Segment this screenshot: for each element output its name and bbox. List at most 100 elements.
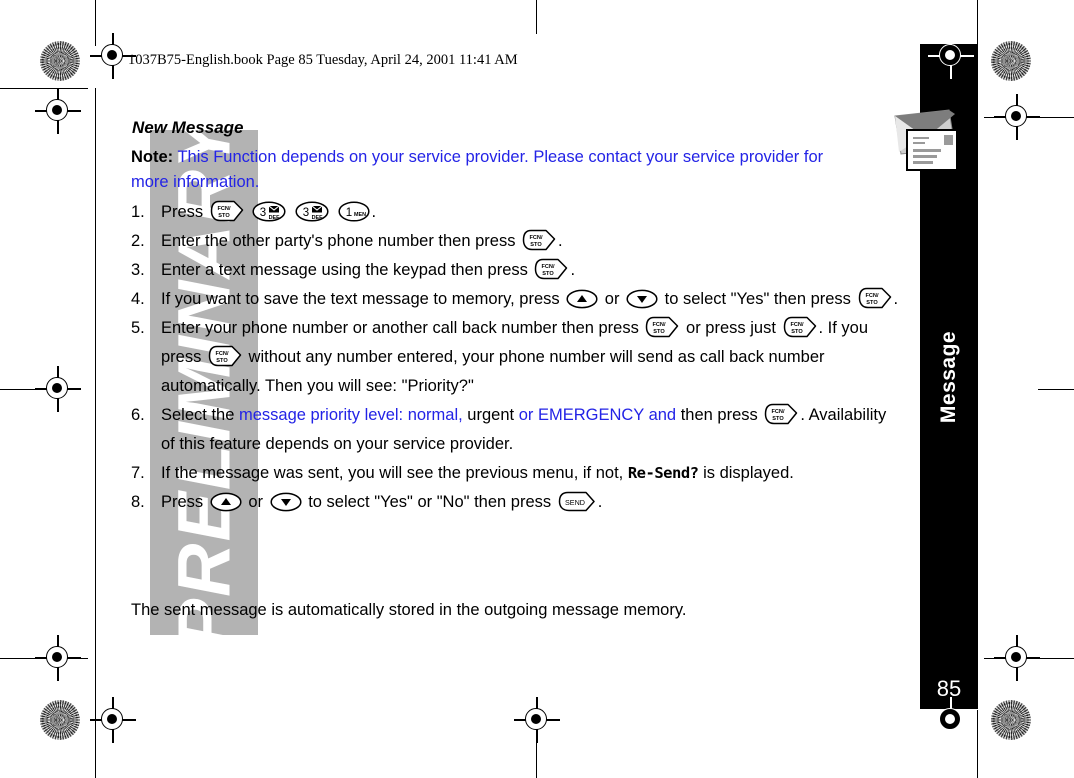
step-number: 6.	[131, 406, 145, 424]
keypad-3-def-icon[interactable]: 3 DEF	[252, 201, 286, 222]
step-text-segment: or	[243, 493, 268, 511]
step-number: 3.	[131, 261, 145, 279]
page-canvas: Message 85 PRELIMINARY 1037B75-English.b…	[0, 0, 1074, 778]
svg-text:STO: STO	[543, 271, 555, 277]
svg-text:FCN/: FCN/	[865, 293, 878, 299]
instruction-step: 4. If you want to save the text message t…	[131, 285, 901, 314]
step-text-segment	[288, 203, 293, 221]
step-text-segment: Enter your phone number or another call …	[161, 319, 644, 337]
instruction-step: 2. Enter the other party's phone number t…	[131, 227, 901, 256]
fcn-sto-key-icon[interactable]: FCN/STO	[534, 258, 568, 280]
keypad-3-def-icon[interactable]: 3 DEF	[295, 201, 329, 222]
step-text-segment: .	[893, 290, 899, 308]
step-text-segment: or press just	[681, 319, 781, 337]
step-text-segment: then press	[676, 406, 763, 424]
step-text-segment: Enter the other party's phone number the…	[161, 232, 521, 250]
step-text-segment: .	[558, 232, 563, 250]
svg-text:3: 3	[303, 207, 309, 219]
step-text-segment: .	[597, 493, 603, 511]
note-text: This Function depends on your service pr…	[131, 148, 824, 191]
svg-text:STO: STO	[530, 242, 542, 248]
step-text: Enter your phone number or another call …	[161, 314, 901, 401]
step-text-segment: Select the	[161, 406, 239, 424]
fcn-sto-key-icon[interactable]: FCN/STO	[764, 403, 798, 425]
note-paragraph: Note: This Function depends on your serv…	[131, 145, 843, 195]
svg-text:3: 3	[260, 207, 266, 219]
step-text-segment: Press	[161, 493, 208, 511]
step-text-segment: to select "Yes" then press	[660, 290, 856, 308]
step-text-segment: or	[600, 290, 625, 308]
svg-text:STO: STO	[791, 329, 803, 335]
svg-text:FCN/: FCN/	[530, 235, 543, 241]
step-text-segment: urgent	[462, 406, 519, 424]
svg-text:STO: STO	[216, 358, 228, 364]
instruction-step: 3. Enter a text message using the keypad …	[131, 256, 901, 285]
step-text: Enter the other party's phone number the…	[161, 227, 901, 256]
step-text-segment	[331, 203, 336, 221]
svg-text:STO: STO	[654, 329, 666, 335]
step-number: 2.	[131, 232, 145, 250]
step-number: 8.	[131, 493, 145, 511]
instruction-step: 8. Press or to select "Yes" or "No" then …	[131, 488, 901, 517]
step-text-segment: without any number entered, your phone n…	[161, 348, 825, 395]
step-text: Select the message priority level: norma…	[161, 401, 901, 459]
svg-text:STO: STO	[866, 300, 878, 306]
step-text-segment: Press	[161, 203, 208, 221]
svg-text:STO: STO	[218, 213, 230, 219]
step-text-segment: If you want to save the text message to …	[161, 290, 565, 308]
svg-text:DEF: DEF	[269, 215, 280, 221]
step-number: 7.	[131, 464, 145, 482]
fcn-sto-key-icon[interactable]: FCN/STO	[858, 287, 892, 309]
step-text-highlight: or EMERGENCY and	[518, 406, 677, 424]
keypad-1-men-icon[interactable]: 1 MEN	[337, 201, 370, 222]
step-number: 5.	[131, 319, 145, 337]
svg-text:1: 1	[345, 207, 351, 219]
scroll-up-key-icon[interactable]	[566, 289, 598, 309]
fcn-sto-key-icon[interactable]: FCN/STO	[210, 200, 244, 222]
instruction-step: 7. If the message was sent, you will see …	[131, 459, 901, 488]
fcn-sto-key-icon[interactable]: FCN/STO	[208, 345, 242, 367]
scroll-up-key-icon[interactable]	[210, 492, 242, 512]
svg-text:MEN: MEN	[354, 212, 366, 218]
svg-text:FCN/: FCN/	[217, 206, 230, 212]
instruction-step: 1. Press FCN/STO 3 DEF 3 DEF 1 MEN.	[131, 198, 901, 227]
svg-text:FCN/: FCN/	[215, 351, 228, 357]
step-text-segment: to select "Yes" or "No" then press	[303, 493, 556, 511]
step-text-highlight: message priority level: normal,	[238, 406, 463, 424]
svg-text:FCN/: FCN/	[772, 409, 785, 415]
scroll-down-key-icon[interactable]	[270, 492, 302, 512]
svg-text:DEF: DEF	[312, 215, 323, 221]
send-key-icon[interactable]: SEND	[558, 491, 596, 512]
closing-paragraph: The sent message is automatically stored…	[131, 601, 687, 619]
step-text: Press or to select "Yes" or "No" then pr…	[161, 488, 901, 517]
fcn-sto-key-icon[interactable]: FCN/STO	[645, 316, 679, 338]
note-label: Note:	[131, 148, 174, 166]
scroll-down-key-icon[interactable]	[626, 289, 658, 309]
step-text: If the message was sent, you will see th…	[161, 459, 901, 488]
svg-text:FCN/: FCN/	[542, 264, 555, 270]
step-number: 4.	[131, 290, 145, 308]
instruction-steps-list: 1. Press FCN/STO 3 DEF 3 DEF 1 MEN. 2. Enter t…	[131, 198, 901, 517]
instruction-step: 6. Select the message priority level: nor…	[131, 401, 901, 459]
svg-text:FCN/: FCN/	[653, 322, 666, 328]
step-text-segment: Enter a text message using the keypad th…	[161, 261, 533, 279]
step-text-segment	[246, 203, 251, 221]
step-text-segment: .	[371, 203, 377, 221]
step-number: 1.	[131, 203, 145, 221]
step-text-segment: is displayed.	[698, 464, 794, 482]
svg-text:FCN/: FCN/	[790, 322, 803, 328]
svg-text:STO: STO	[773, 416, 785, 422]
step-text-segment: .	[570, 261, 576, 279]
step-text: If you want to save the text message to …	[161, 285, 901, 314]
step-text-segment: If the message was sent, you will see th…	[161, 464, 628, 482]
fcn-sto-key-icon[interactable]: FCN/STO	[522, 229, 556, 251]
step-text: Enter a text message using the keypad th…	[161, 256, 901, 285]
svg-text:SEND: SEND	[565, 498, 585, 507]
book-header-line: 1037B75-English.book Page 85 Tuesday, Ap…	[128, 52, 518, 68]
lcd-display-text: Re-Send?	[627, 464, 699, 482]
fcn-sto-key-icon[interactable]: FCN/STO	[783, 316, 817, 338]
document-content: 1037B75-English.book Page 85 Tuesday, Ap…	[0, 0, 1074, 778]
step-text: Press FCN/STO 3 DEF 3 DEF 1 MEN.	[161, 198, 901, 227]
instruction-step: 5. Enter your phone number or another cal…	[131, 314, 901, 401]
page-title: New Message	[132, 118, 244, 137]
